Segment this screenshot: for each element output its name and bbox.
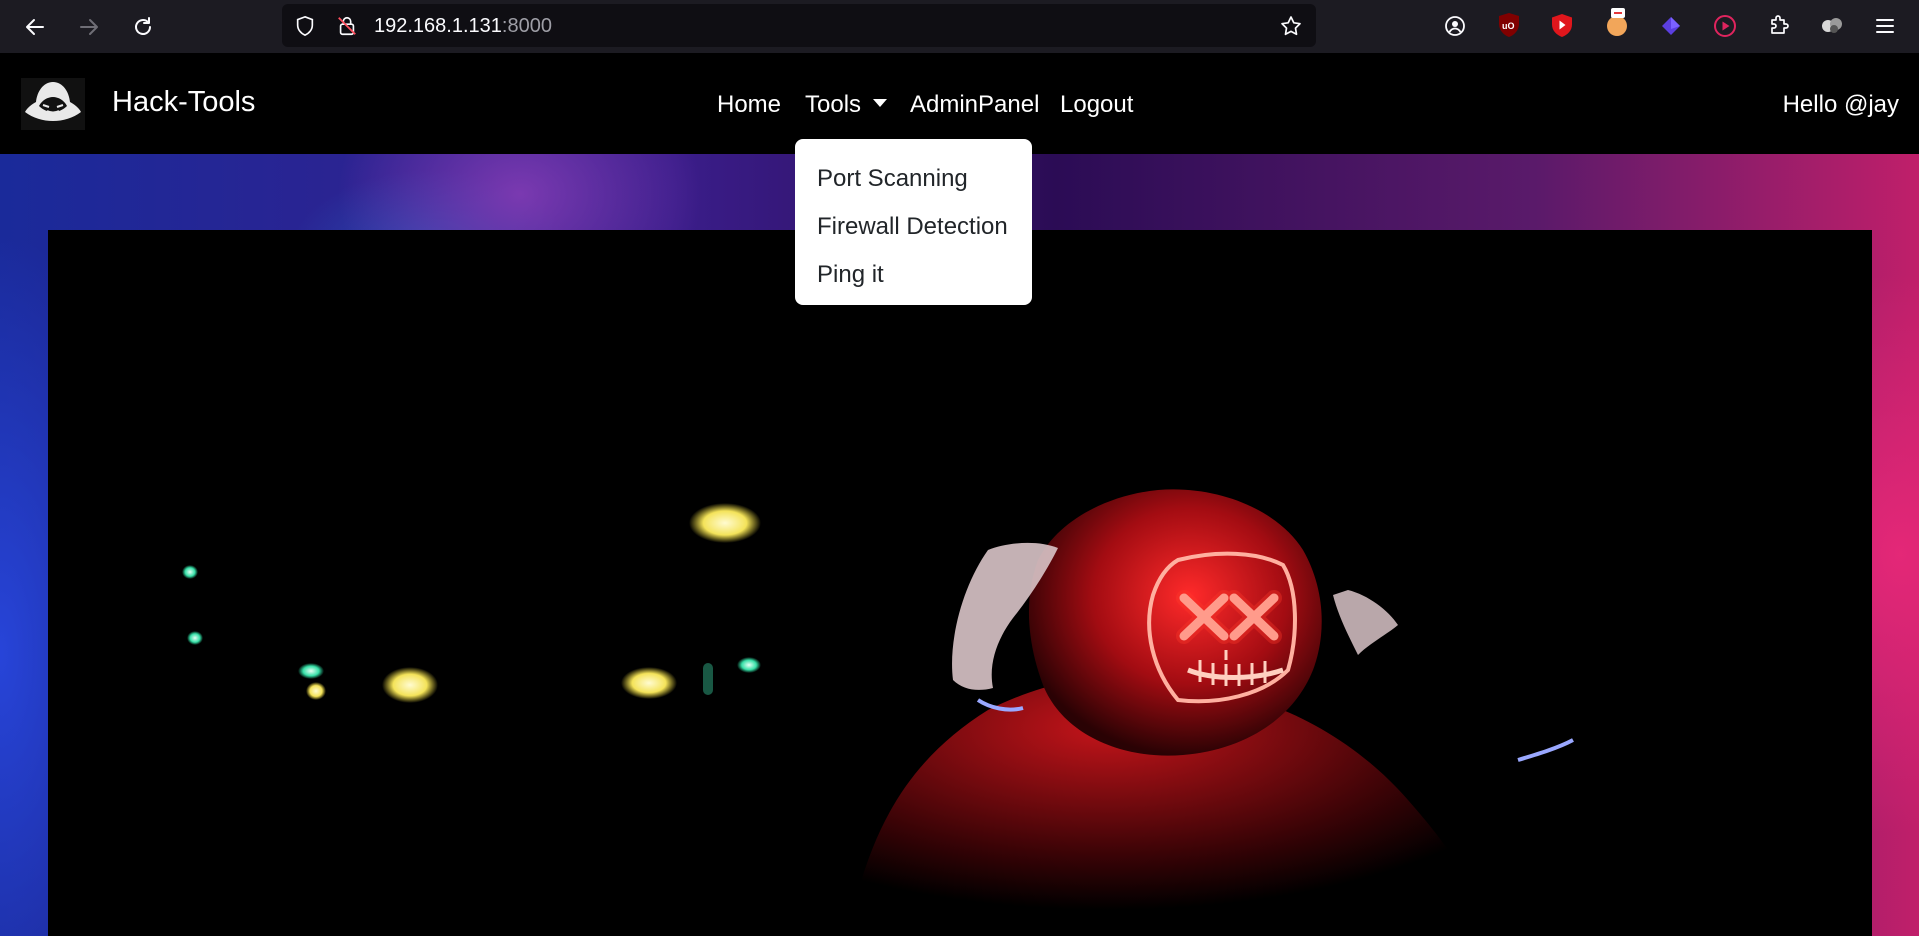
svg-text:uO: uO	[1502, 21, 1515, 31]
shield-icon[interactable]	[292, 13, 318, 39]
nav-home[interactable]: Home	[717, 91, 781, 119]
profile-icon[interactable]	[1817, 11, 1847, 41]
site-brand[interactable]: Hack-Tools	[112, 86, 255, 119]
menu-icon[interactable]	[1870, 11, 1900, 41]
hooded-figure-neon-mask-illustration	[182, 489, 1574, 936]
bookmark-star-icon[interactable]	[1278, 13, 1304, 39]
browser-toolbar: 192.168.1.131:8000 uO	[0, 0, 1919, 53]
hacker-logo-icon[interactable]	[21, 78, 85, 130]
nav-admin-panel[interactable]: AdminPanel	[910, 91, 1039, 119]
reload-icon[interactable]	[125, 9, 161, 45]
forward-icon[interactable]	[71, 9, 107, 45]
url-text: 192.168.1.131:8000	[374, 15, 552, 38]
nav-logout[interactable]: Logout	[1060, 91, 1133, 119]
caret-down-icon	[873, 99, 888, 107]
user-greeting: Hello @jay	[1782, 91, 1899, 118]
menu-item-ping-it[interactable]: Ping it	[795, 251, 1032, 299]
ublock-icon[interactable]: uO	[1494, 10, 1524, 40]
menu-item-port-scanning[interactable]: Port Scanning	[795, 155, 1032, 203]
back-icon[interactable]	[17, 9, 53, 45]
nav-tools-label: Tools	[805, 91, 862, 118]
extension-icon[interactable]	[1602, 5, 1632, 39]
url-host: 192.168.1.131	[374, 15, 502, 37]
menu-item-firewall-detection[interactable]: Firewall Detection	[795, 203, 1032, 251]
youtube-icon[interactable]	[1547, 10, 1577, 40]
url-port: :8000	[501, 15, 552, 37]
extensions-puzzle-icon[interactable]	[1764, 11, 1794, 41]
tools-dropdown-menu: Port Scanning Firewall Detection Ping it	[795, 139, 1032, 305]
insecure-lock-icon[interactable]	[334, 13, 360, 39]
address-bar[interactable]: 192.168.1.131:8000	[282, 4, 1316, 47]
account-icon[interactable]	[1440, 11, 1470, 41]
extension-icon[interactable]	[1710, 11, 1740, 41]
hero-image	[48, 230, 1872, 936]
extension-icon[interactable]	[1656, 11, 1686, 41]
nav-tools-dropdown[interactable]: Tools	[805, 91, 888, 119]
